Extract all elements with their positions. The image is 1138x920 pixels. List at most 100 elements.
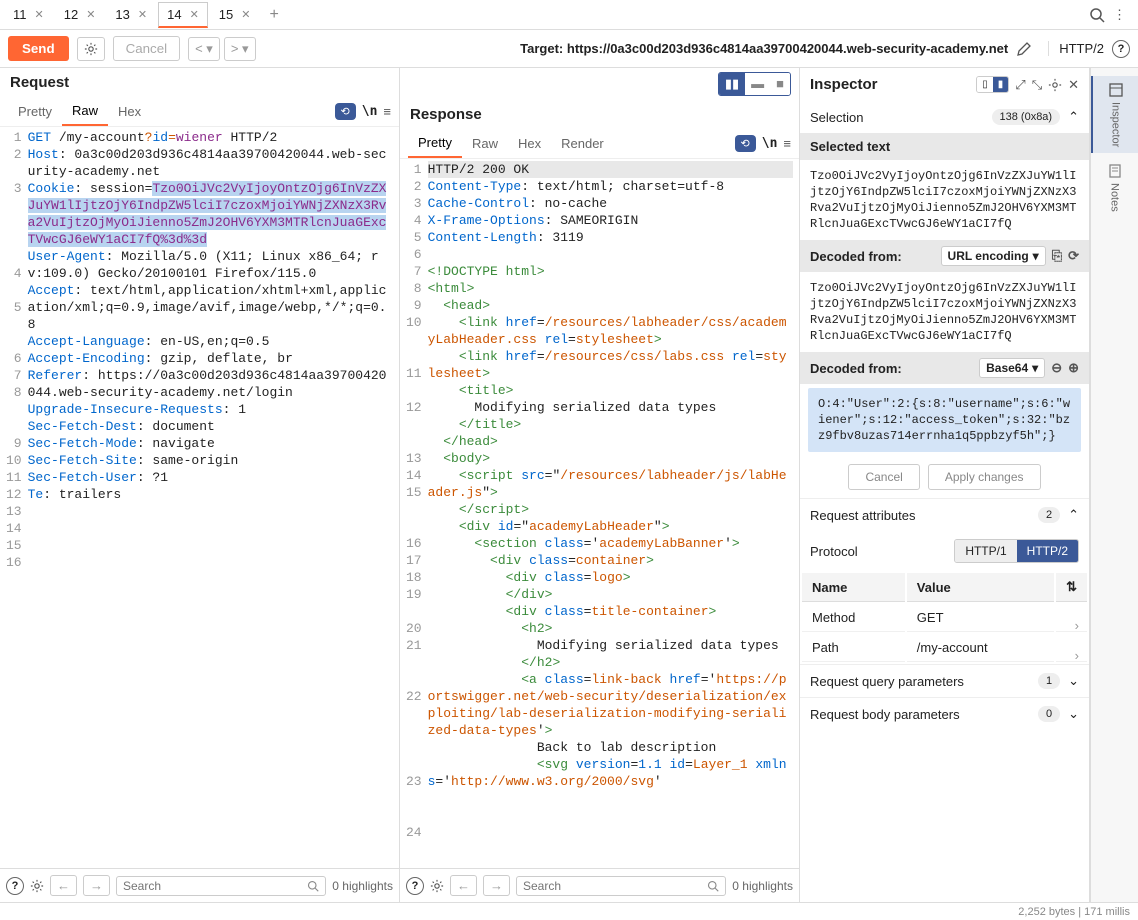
gear-icon[interactable] (77, 37, 105, 61)
subtab-raw[interactable]: Raw (462, 130, 508, 157)
columns-icon[interactable]: ▮▮ (719, 73, 745, 95)
help-icon[interactable]: ? (1112, 40, 1130, 58)
subtab-hex[interactable]: Hex (108, 98, 151, 125)
close-icon[interactable]: ✕ (1068, 77, 1079, 93)
request-attributes-count: 2 (1038, 507, 1060, 523)
close-icon[interactable]: ✕ (35, 8, 44, 21)
rail-notes[interactable]: Notes (1091, 157, 1138, 218)
selection-label: Selection (810, 110, 992, 125)
wrap-icon[interactable]: ⟲ (735, 135, 756, 152)
gear-icon[interactable] (1048, 78, 1062, 92)
tab-15[interactable]: 15✕ (210, 2, 260, 27)
http2-button[interactable]: HTTP/2 (1017, 540, 1078, 562)
prev-match-button[interactable]: ← (50, 875, 77, 896)
search-input[interactable] (516, 876, 726, 896)
highlights-count: 0 highlights (732, 879, 793, 893)
highlights-count: 0 highlights (332, 879, 393, 893)
next-match-button[interactable]: → (83, 875, 110, 896)
single-icon[interactable]: ■ (770, 73, 790, 95)
sync-icon[interactable]: ⟳ (1068, 248, 1079, 264)
response-panel: ▮▮ ▬ ■ Response Pretty Raw Hex Render ⟲ … (400, 68, 800, 902)
close-icon[interactable]: ✕ (241, 8, 250, 21)
add-tab-button[interactable]: + (261, 2, 286, 28)
layout-toggle[interactable]: ▯▮ (976, 76, 1009, 93)
subtab-hex[interactable]: Hex (508, 130, 551, 157)
sort-icon[interactable]: ⇅ (1066, 579, 1077, 594)
collapse-icon[interactable]: ⤡ (1032, 77, 1042, 93)
next-button[interactable]: > ▾ (224, 37, 256, 61)
chevron-down-icon[interactable]: ⌄ (1068, 673, 1079, 689)
subtab-pretty[interactable]: Pretty (8, 98, 62, 125)
gear-icon[interactable] (30, 879, 44, 893)
subtab-pretty[interactable]: Pretty (408, 129, 462, 158)
rows-icon[interactable]: ▬ (745, 73, 770, 95)
newline-icon[interactable]: \n (762, 136, 778, 151)
layout-toggle[interactable]: ▮▮ ▬ ■ (718, 72, 791, 96)
copy-icon[interactable]: ⎘ (1052, 248, 1062, 264)
menu-icon[interactable]: ⋮ (1113, 7, 1126, 23)
chevron-up-icon[interactable]: ⌃ (1068, 507, 1079, 523)
edit-icon[interactable] (1016, 41, 1032, 57)
apply-changes-button[interactable]: Apply changes (928, 464, 1041, 490)
inspector-title: Inspector (810, 76, 970, 93)
decoded-header-1: Decoded from: URL encoding ▾ ⎘ ⟳ (800, 240, 1089, 272)
tab-13[interactable]: 13✕ (106, 2, 156, 27)
help-icon[interactable]: ? (6, 877, 24, 895)
search-icon[interactable] (1089, 7, 1105, 23)
table-row[interactable]: MethodGET› (802, 604, 1087, 632)
inspector-icon (1108, 82, 1124, 98)
query-params-count: 1 (1038, 673, 1060, 689)
right-rail: Inspector Notes (1090, 68, 1138, 902)
send-button[interactable]: Send (8, 36, 69, 61)
target-label: Target: https://0a3c00d203d936c4814aa397… (520, 41, 1008, 56)
decoded-value-2[interactable]: O:4:"User":2:{s:8:"username";s:6:"wiener… (808, 388, 1081, 452)
encoding-dropdown[interactable]: URL encoding ▾ (941, 246, 1046, 266)
decoded-value-1[interactable]: Tzo0OiJVc2VyIjoyOntzOjg6InVzZXJuYW1lIjtz… (800, 272, 1089, 352)
close-icon[interactable]: ✕ (190, 8, 199, 21)
close-icon[interactable]: ✕ (86, 8, 95, 21)
notes-icon (1107, 163, 1123, 179)
prev-button[interactable]: < ▾ (188, 37, 220, 61)
expand-icon[interactable]: ⤢ (1015, 77, 1025, 93)
remove-icon[interactable]: ⊖ (1051, 360, 1062, 376)
tab-12[interactable]: 12✕ (55, 2, 105, 27)
prev-match-button[interactable]: ← (450, 875, 477, 896)
selected-text-value[interactable]: Tzo0OiJVc2VyIjoyOntzOjg6InVzZXJuYW1lIjtz… (800, 160, 1089, 240)
hamburger-icon[interactable]: ≡ (383, 104, 391, 119)
encoding-dropdown[interactable]: Base64 ▾ (979, 358, 1045, 378)
request-title: Request (10, 74, 69, 91)
query-params-label: Request query parameters (810, 674, 1038, 689)
rail-inspector[interactable]: Inspector (1091, 76, 1138, 153)
chevron-up-icon[interactable]: ⌃ (1068, 109, 1079, 125)
response-title: Response (410, 106, 482, 123)
http1-button[interactable]: HTTP/1 (955, 540, 1016, 562)
cancel-button[interactable]: Cancel (848, 464, 919, 490)
body-params-label: Request body parameters (810, 707, 1038, 722)
search-icon (307, 880, 319, 892)
newline-icon[interactable]: \n (362, 104, 378, 119)
wrap-icon[interactable]: ⟲ (335, 103, 356, 120)
request-code[interactable]: 12345678910111213141516 GET /my-account?… (0, 127, 399, 868)
cancel-button[interactable]: Cancel (113, 36, 181, 61)
subtab-raw[interactable]: Raw (62, 97, 108, 126)
request-attributes-label: Request attributes (810, 508, 1038, 523)
value-header: Value (907, 573, 1054, 602)
name-header: Name (802, 573, 905, 602)
chevron-down-icon[interactable]: ⌄ (1068, 706, 1079, 722)
chevron-right-icon: › (1075, 648, 1079, 663)
subtab-render[interactable]: Render (551, 130, 614, 157)
close-icon[interactable]: ✕ (138, 8, 147, 21)
response-code[interactable]: 123456789101112131415161718192021222324 … (400, 159, 799, 868)
search-input[interactable] (116, 876, 326, 896)
next-match-button[interactable]: → (483, 875, 510, 896)
table-row[interactable]: Path/my-account› (802, 634, 1087, 662)
help-icon[interactable]: ? (406, 877, 424, 895)
tabs-bar: 11✕ 12✕ 13✕ 14✕ 15✕ + ⋮ (0, 0, 1138, 30)
gear-icon[interactable] (430, 879, 444, 893)
status-right: 2,252 bytes | 171 millis (1018, 906, 1130, 918)
chevron-right-icon: › (1075, 618, 1079, 633)
add-icon[interactable]: ⊕ (1068, 360, 1079, 376)
tab-14[interactable]: 14✕ (158, 2, 208, 28)
tab-11[interactable]: 11✕ (4, 2, 53, 27)
hamburger-icon[interactable]: ≡ (783, 136, 791, 151)
